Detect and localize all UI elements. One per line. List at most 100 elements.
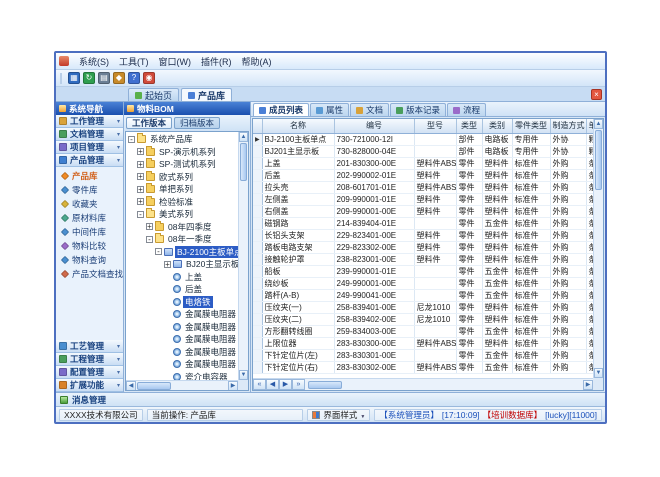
tree-node[interactable]: + 检验标准 (126, 196, 238, 209)
nav-group-button[interactable]: 项目管理▾ (56, 141, 123, 154)
nav-group-button[interactable]: 配置管理▾ (56, 366, 123, 379)
tree-node[interactable]: - 08年一季度 (126, 233, 238, 246)
nav-item[interactable]: 产品库 (56, 169, 123, 183)
table-row[interactable]: 右侧盖209-990001-00E塑料件零件塑料件标准件外购条 (253, 205, 593, 217)
tree-node[interactable]: 金属膜电阻器 (126, 333, 238, 346)
tree-node[interactable]: + 单把系列 (126, 183, 238, 196)
scroll-thumb[interactable] (595, 130, 602, 190)
expand-toggle-icon[interactable]: + (137, 198, 144, 205)
menu-item[interactable]: 工具(T) (114, 54, 154, 69)
tree-node-label[interactable]: SP-演示机系列 (157, 146, 218, 158)
tree-node-label[interactable]: BJ-2100主板单点 (175, 246, 238, 258)
expand-toggle-icon[interactable]: + (137, 173, 144, 180)
scroll-thumb[interactable] (240, 143, 247, 181)
table-row[interactable]: 压纹夹(一)258-839401-00E尼龙1010零件塑料件标准件外购条 (253, 301, 593, 313)
tree-node-label[interactable]: 瓷介电容器 (183, 371, 230, 380)
table-row[interactable]: 下针定位片(左)283-830301-00E零件五金件标准件外购条 (253, 349, 593, 361)
scroll-down-button[interactable] (594, 368, 603, 378)
print-icon[interactable]: ▤ (98, 72, 110, 84)
nav-group-button[interactable]: 工程管理▾ (56, 353, 123, 366)
first-record-button[interactable] (253, 379, 266, 390)
table-row[interactable]: ▶BJ-2100主板单点730-721000-12I部件电路板专用件外协颗 (253, 133, 593, 145)
nav-item[interactable]: 收藏夹 (56, 197, 123, 211)
scroll-up-button[interactable] (594, 119, 603, 129)
collapse-toggle-icon[interactable]: - (137, 211, 144, 218)
scroll-thumb[interactable] (308, 381, 342, 389)
column-header[interactable]: 单位 (586, 119, 593, 133)
tree-node[interactable]: 金属膜电阻器 (126, 346, 238, 359)
tree-node[interactable]: - 系统产品库 (126, 133, 238, 146)
tree-node-label[interactable]: 美式系列 (157, 208, 195, 220)
table-row[interactable]: BJ201主显示板730-828000-04E部件电路板专用件外协颗 (253, 145, 593, 157)
help-icon[interactable]: ? (128, 72, 140, 84)
nav-group-button[interactable]: 扩展功能▾ (56, 379, 123, 392)
table-row[interactable]: 接触轮护罩238-823001-00E塑料件零件塑料件标准件外购条 (253, 253, 593, 265)
members-tab[interactable]: 文档 (350, 103, 389, 116)
exit-icon[interactable]: ◉ (143, 72, 155, 84)
nav-item[interactable]: 中间件库 (56, 225, 123, 239)
table-row[interactable]: 上盖201-830300-00E塑料件ABS零件塑料件标准件外购条 (253, 157, 593, 169)
members-tab[interactable]: 属性 (310, 103, 349, 116)
table-row[interactable]: 踏杆(A-B)249-990041-00E零件五金件标准件外购条 (253, 289, 593, 301)
scroll-track[interactable] (594, 191, 603, 368)
nav-group-button[interactable]: 工作管理▾ (56, 115, 123, 128)
scroll-right-button[interactable] (583, 380, 593, 390)
table-row[interactable]: 下针定位片(右)283-830302-00E塑料件ABS零件五金件标准件外购条 (253, 361, 593, 373)
tree-node-label[interactable]: 金属膜电阻器 (183, 346, 238, 358)
tree-node[interactable]: - 美式系列 (126, 208, 238, 221)
collapse-toggle-icon[interactable]: - (128, 136, 135, 143)
table-vertical-scrollbar[interactable] (593, 119, 603, 378)
toolbar-grip[interactable] (60, 73, 63, 84)
members-tab[interactable]: 成员列表 (253, 103, 309, 116)
column-header[interactable]: 类型 (456, 119, 482, 133)
table-row[interactable]: 拉头壳208-601701-01E塑料件ABS零件塑料件标准件外购条 (253, 181, 593, 193)
bom-version-tab[interactable]: 工作版本 (126, 117, 172, 129)
column-header[interactable]: 名称 (262, 119, 334, 133)
tree-node-label[interactable]: 电烙铁 (183, 296, 213, 308)
column-header[interactable]: 编号 (334, 119, 414, 133)
scroll-left-button[interactable] (126, 381, 136, 391)
tree-node-label[interactable]: 金属膜电阻器 (183, 358, 238, 370)
close-tab-button[interactable]: × (591, 89, 602, 100)
scroll-up-button[interactable] (239, 132, 248, 142)
collapse-toggle-icon[interactable]: - (155, 248, 162, 255)
tree-node-label[interactable]: 08年四季度 (166, 221, 213, 233)
collapse-toggle-icon[interactable]: - (146, 236, 153, 243)
tree-node-label[interactable]: 08年一季度 (166, 233, 213, 245)
tree-node-label[interactable]: 检验标准 (157, 196, 195, 208)
nav-group-button[interactable]: 文档管理▾ (56, 128, 123, 141)
tree-node[interactable]: 上盖 (126, 271, 238, 284)
message-bar[interactable]: 消息管理 (56, 392, 605, 406)
tree-node[interactable]: +08年四季度 (126, 221, 238, 234)
tree-node-label[interactable]: 金属膜电阻器 (183, 333, 238, 345)
scroll-down-button[interactable] (239, 370, 248, 380)
tree-node-label[interactable]: 单把系列 (157, 183, 195, 195)
tree-node-label[interactable]: 系统产品库 (148, 133, 195, 145)
members-tab[interactable]: 流程 (447, 103, 486, 116)
expand-toggle-icon[interactable]: + (137, 161, 144, 168)
expand-toggle-icon[interactable]: + (137, 186, 144, 193)
table-row[interactable]: 方形翻转线圈259-834003-00E零件五金件标准件外购条 (253, 325, 593, 337)
tree-node[interactable]: 金属膜电阻器 (126, 308, 238, 321)
nav-item[interactable]: 产品文档查找 (56, 267, 123, 281)
modules-icon[interactable]: ▦ (68, 72, 80, 84)
tree-node-label[interactable]: 上盖 (183, 271, 204, 283)
table-row[interactable]: 绕纱板249-990001-00E零件五金件标准件外购条 (253, 277, 593, 289)
style-selector[interactable]: 界面样式 (307, 409, 370, 421)
expand-toggle-icon[interactable]: + (146, 223, 153, 230)
document-tab[interactable]: 产品库 (181, 88, 232, 101)
nav-item[interactable]: 物料查询 (56, 253, 123, 267)
table-row[interactable]: 船板239-990001-01E零件五金件标准件外购条 (253, 265, 593, 277)
tree-vertical-scrollbar[interactable] (238, 132, 248, 380)
tree-node[interactable]: 金属膜电阻器 (126, 321, 238, 334)
table-row[interactable]: 踏板电路支架229-823302-00E塑料件零件塑料件标准件外购条 (253, 241, 593, 253)
column-header-indicator[interactable] (253, 119, 262, 133)
tree-node[interactable]: 金属膜电阻器 (126, 358, 238, 371)
table-row[interactable]: 上限位器283-830300-00E塑料件ABS零件塑料件标准件外购条 (253, 337, 593, 349)
tree-node-label[interactable]: 欧式系列 (157, 171, 195, 183)
table-row[interactable]: 磁钢路214-839404-01E零件五金件标准件外购条 (253, 217, 593, 229)
tree-node[interactable]: 瓷介电容器 (126, 371, 238, 381)
column-header[interactable]: 制造方式 (550, 119, 586, 133)
table-row[interactable]: 长铝头支架229-823401-00E塑料件零件塑料件标准件外购条 (253, 229, 593, 241)
settings-icon[interactable]: ◆ (113, 72, 125, 84)
